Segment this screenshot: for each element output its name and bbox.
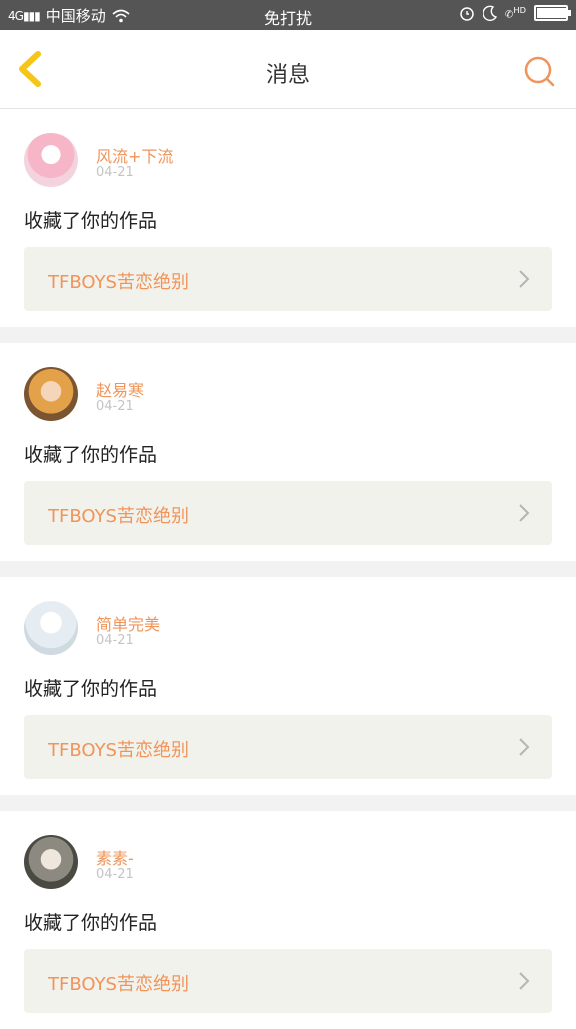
work-title: TFBOYS苦恋绝别 bbox=[48, 740, 189, 761]
hd-label: HD bbox=[513, 5, 526, 16]
message-card: 简单完美 04-21 收藏了你的作品 TFBOYS苦恋绝别 bbox=[0, 577, 576, 795]
work-link[interactable]: TFBOYS苦恋绝别 bbox=[24, 247, 552, 311]
message-date: 04-21 bbox=[96, 165, 134, 180]
message-action-text: 收藏了你的作品 bbox=[24, 444, 158, 466]
work-link[interactable]: TFBOYS苦恋绝别 bbox=[24, 949, 552, 1013]
battery-fill bbox=[537, 8, 566, 18]
page-title: 消息 bbox=[265, 63, 310, 88]
avatar[interactable] bbox=[24, 133, 78, 187]
chevron-right-icon bbox=[519, 270, 530, 288]
chevron-right-icon bbox=[519, 738, 530, 756]
message-action-text: 收藏了你的作品 bbox=[24, 912, 158, 934]
status-right: ✆HD bbox=[459, 5, 571, 21]
work-title: TFBOYS苦恋绝别 bbox=[48, 506, 189, 527]
chevron-right-icon bbox=[519, 504, 530, 522]
moon-icon bbox=[482, 5, 497, 21]
message-action-text: 收藏了你的作品 bbox=[24, 210, 158, 232]
message-date: 04-21 bbox=[96, 399, 134, 414]
work-title: TFBOYS苦恋绝别 bbox=[48, 974, 189, 995]
search-icon[interactable] bbox=[522, 54, 556, 88]
avatar[interactable] bbox=[24, 601, 78, 655]
avatar[interactable] bbox=[24, 367, 78, 421]
work-link[interactable]: TFBOYS苦恋绝别 bbox=[24, 481, 552, 545]
message-card: 风流+下流 04-21 收藏了你的作品 TFBOYS苦恋绝别 bbox=[0, 109, 576, 327]
work-title: TFBOYS苦恋绝别 bbox=[48, 272, 189, 293]
avatar[interactable] bbox=[24, 835, 78, 889]
username-link[interactable]: 赵易寒 bbox=[96, 377, 144, 401]
work-link[interactable]: TFBOYS苦恋绝别 bbox=[24, 715, 552, 779]
chevron-right-icon bbox=[519, 972, 530, 990]
username-link[interactable]: 风流+下流 bbox=[96, 143, 173, 167]
status-bar: 4G▮▮▮ 中国移动 免打扰 ✆HD bbox=[0, 0, 576, 30]
message-card: 赵易寒 04-21 收藏了你的作品 TFBOYS苦恋绝别 bbox=[0, 343, 576, 561]
hd-call-icon: ✆HD bbox=[504, 5, 526, 21]
alarm-icon bbox=[460, 7, 474, 21]
message-date: 04-21 bbox=[96, 867, 134, 882]
battery-icon bbox=[534, 5, 571, 21]
username-link[interactable]: 素素- bbox=[96, 845, 134, 869]
message-date: 04-21 bbox=[96, 633, 134, 648]
username-link[interactable]: 简单完美 bbox=[96, 611, 160, 635]
navigation-bar: 消息 bbox=[0, 30, 576, 109]
message-action-text: 收藏了你的作品 bbox=[24, 678, 158, 700]
message-card: 素素- 04-21 收藏了你的作品 TFBOYS苦恋绝别 bbox=[0, 811, 576, 1029]
